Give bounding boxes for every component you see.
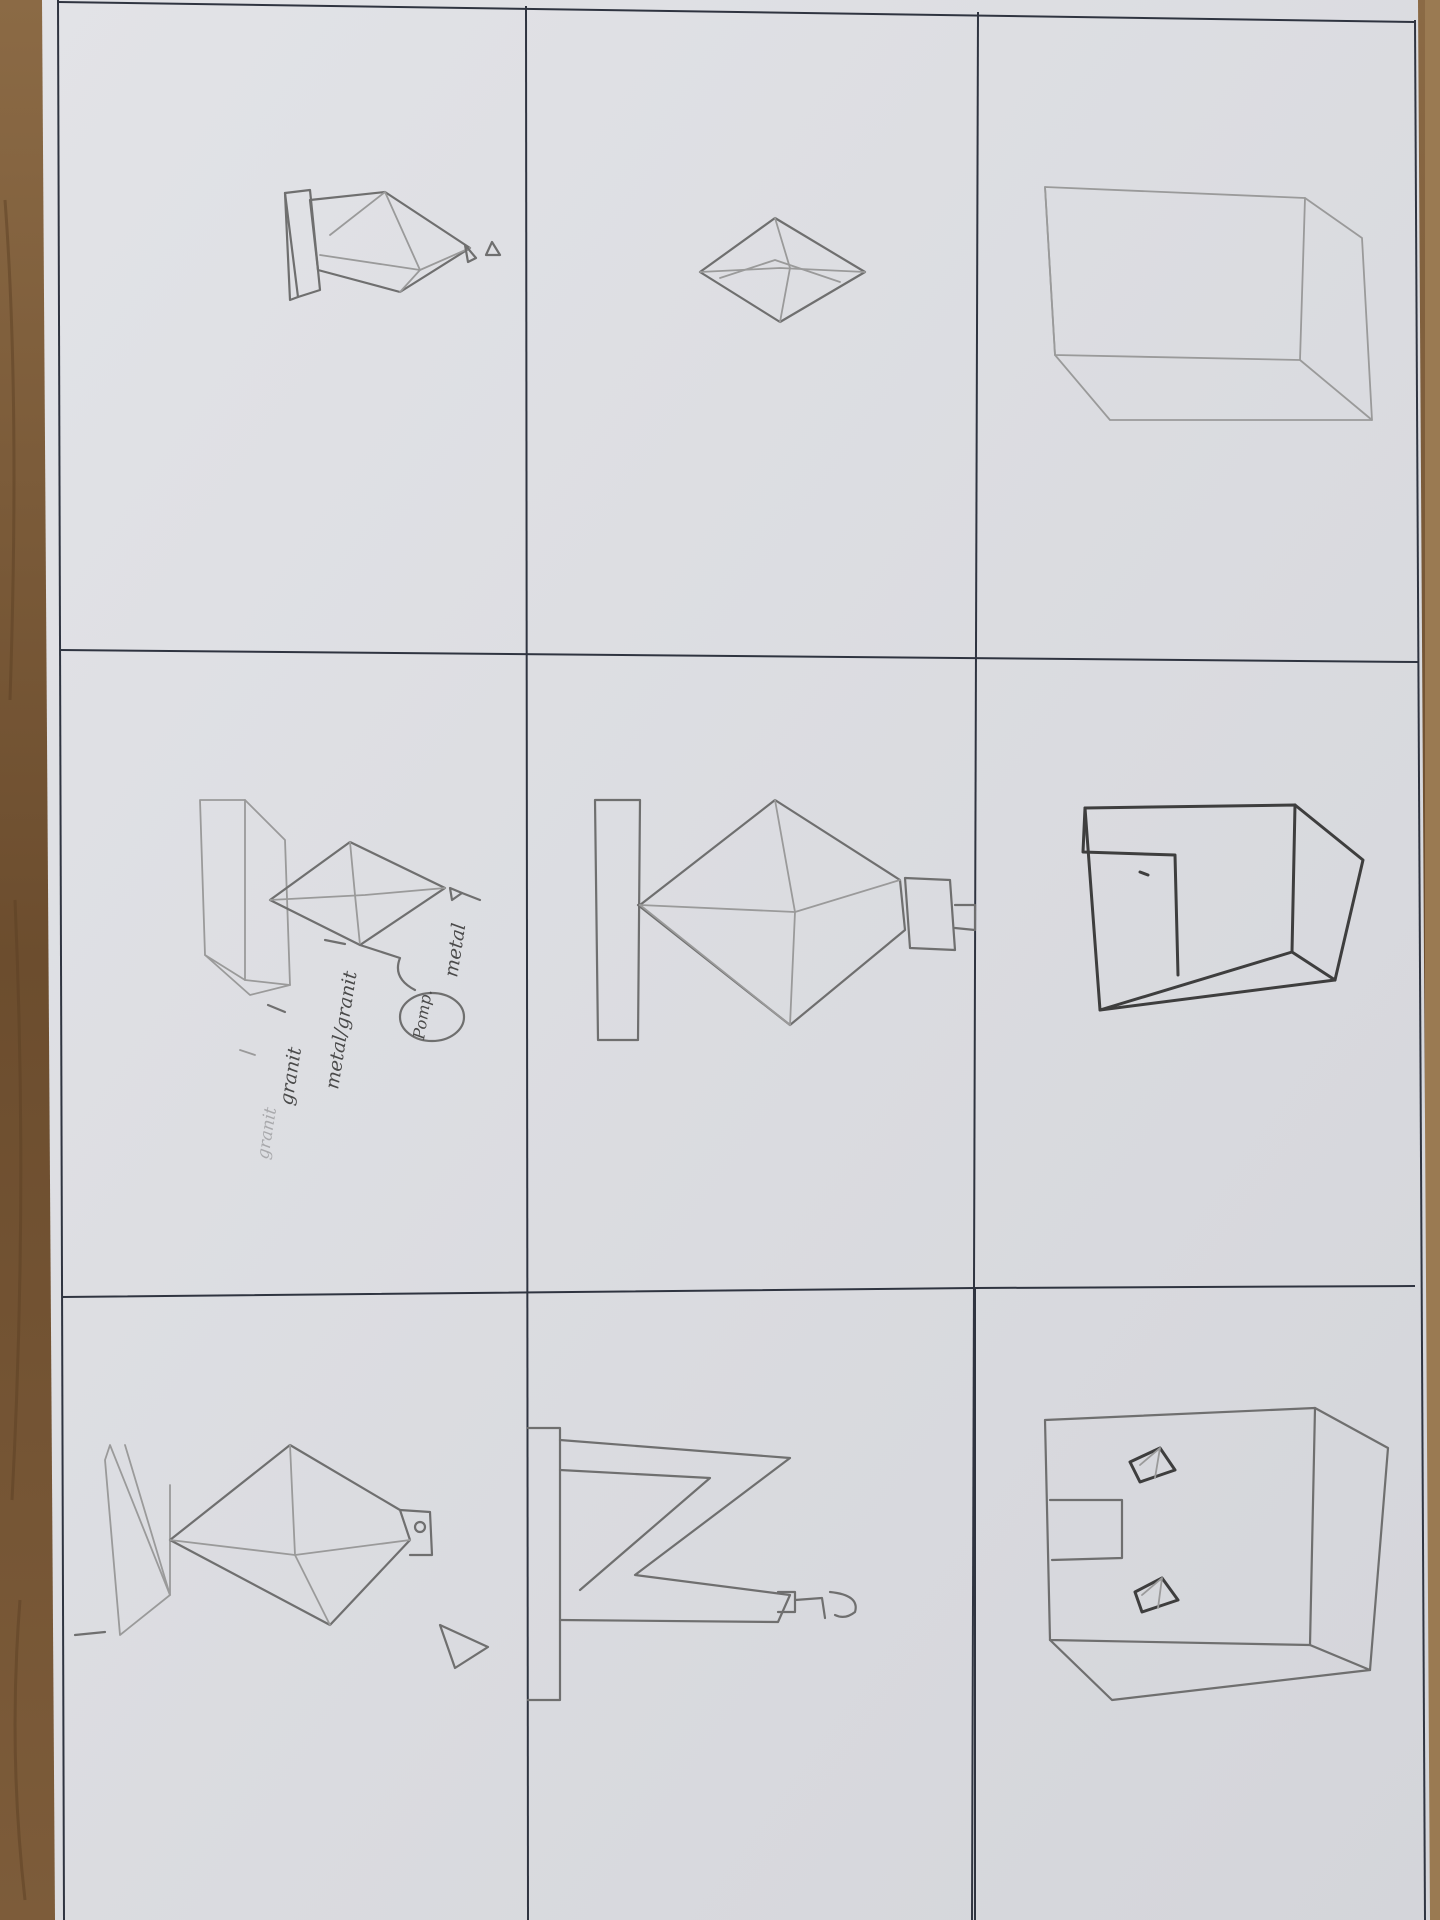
- photo-scene: metal metal/granit granit granit Pomp.: [0, 0, 1440, 1920]
- paper-sheet: [42, 0, 1430, 1920]
